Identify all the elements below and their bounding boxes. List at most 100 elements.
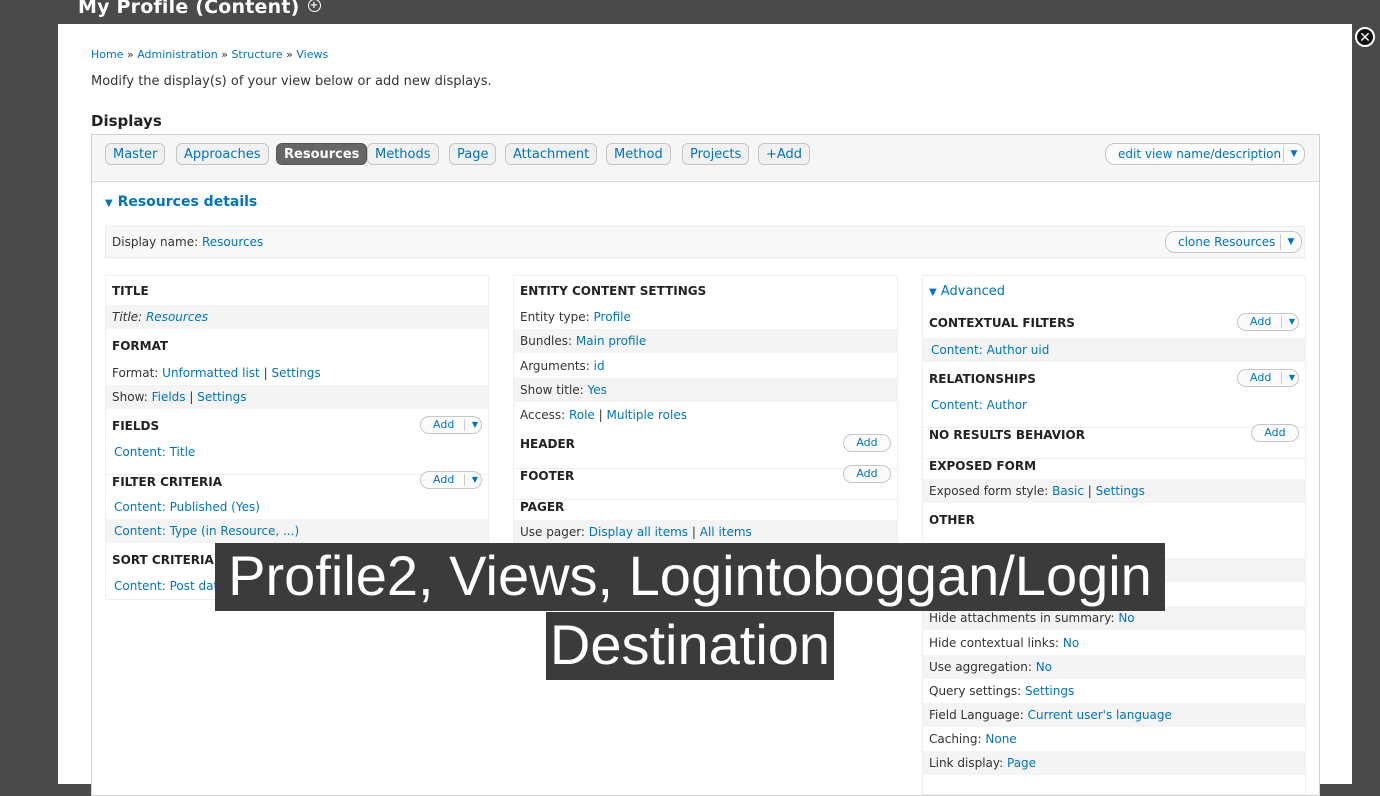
add-display-button[interactable]: +Add (758, 143, 811, 165)
tab-resources[interactable]: Resources (276, 143, 368, 165)
chevron-down-icon[interactable]: ▼ (472, 472, 478, 488)
other-heading: OTHER (929, 513, 975, 527)
breadcrumb-separator: » (126, 48, 134, 61)
show-title-value[interactable]: Yes (588, 383, 607, 397)
close-icon[interactable]: ✕ (1355, 27, 1375, 47)
chevron-down-icon[interactable]: ▼ (1285, 144, 1303, 164)
query-settings-value[interactable]: Settings (1025, 684, 1074, 698)
access-value-2[interactable]: Multiple roles (607, 408, 687, 422)
hide-contextual-value[interactable]: No (1063, 636, 1079, 650)
pager-value-2[interactable]: All items (700, 525, 752, 539)
tab-method[interactable]: Method (606, 143, 671, 165)
divider (1281, 372, 1282, 384)
hide-attachments-value[interactable]: No (1118, 611, 1134, 625)
tab-attachment[interactable]: Attachment (505, 143, 598, 165)
displays-box: Master Approaches Resources Methods Page… (91, 134, 1320, 796)
tab-approaches[interactable]: Approaches (176, 143, 269, 165)
chevron-down-icon[interactable]: ▼ (1289, 370, 1295, 386)
pager-label: Use pager: (520, 525, 585, 539)
breadcrumb-home[interactable]: Home (91, 48, 123, 61)
divider (1281, 316, 1282, 328)
show-label: Show: (112, 390, 148, 404)
fields-add-dropdown[interactable]: Add ▼ (420, 416, 482, 434)
hide-contextual-row: Hide contextual links: No (923, 631, 1305, 655)
chevron-down-icon[interactable]: ▼ (1282, 232, 1300, 252)
separator: | (1087, 484, 1092, 498)
pager-value[interactable]: Display all items (589, 525, 688, 539)
collapse-triangle-icon: ▼ (929, 287, 937, 298)
query-settings-label: Query settings: (929, 684, 1022, 698)
advanced-toggle[interactable]: ▼ Advanced (929, 284, 1005, 299)
contextual-row: Content: Author uid (923, 338, 1305, 362)
caching-row: Caching: None (923, 727, 1305, 751)
exposed-form-heading: EXPOSED FORM (923, 458, 1305, 473)
field-language-value[interactable]: Current user's language (1028, 708, 1172, 722)
header-add-button[interactable]: Add (843, 434, 891, 452)
breadcrumb-separator: » (286, 48, 293, 61)
format-value[interactable]: Unformatted list (162, 366, 260, 380)
tab-page[interactable]: Page (449, 143, 497, 165)
exposed-form-settings-link[interactable]: Settings (1096, 484, 1145, 498)
chevron-down-icon[interactable]: ▼ (1289, 314, 1295, 330)
plus-circle-icon[interactable]: + (307, 0, 321, 12)
add-label[interactable]: Add (1250, 314, 1271, 330)
clone-dropdown[interactable]: clone Resources ▼ (1165, 231, 1302, 253)
breadcrumb-administration[interactable]: Administration (137, 48, 218, 61)
separator: | (189, 390, 194, 404)
intro-text: Modify the display(s) of your view below… (91, 74, 492, 89)
add-label[interactable]: Add (433, 472, 454, 488)
contextual-add-dropdown[interactable]: Add ▼ (1237, 313, 1299, 331)
entity-type-value[interactable]: Profile (594, 310, 631, 324)
title-value[interactable]: Resources (146, 310, 208, 324)
footer-add-button[interactable]: Add (843, 465, 891, 483)
display-name-value[interactable]: Resources (202, 235, 263, 249)
tab-methods[interactable]: Methods (367, 143, 439, 165)
arguments-value[interactable]: id (594, 359, 605, 373)
aggregation-value[interactable]: No (1036, 660, 1052, 674)
field-content-title[interactable]: Content: Title (114, 445, 195, 459)
show-settings-link[interactable]: Settings (197, 390, 246, 404)
bundles-value[interactable]: Main profile (576, 334, 646, 348)
caching-value[interactable]: None (985, 732, 1016, 746)
format-label: Format: (112, 366, 159, 380)
relationships-add-dropdown[interactable]: Add ▼ (1237, 369, 1299, 387)
edit-view-label[interactable]: edit view name/description (1118, 147, 1281, 161)
show-value[interactable]: Fields (152, 390, 186, 404)
aggregation-label: Use aggregation: (929, 660, 1032, 674)
bundles-row: Bundles: Main profile (514, 329, 897, 353)
add-label[interactable]: Add (1250, 370, 1271, 386)
tab-projects[interactable]: Projects (682, 143, 750, 165)
link-display-value[interactable]: Page (1007, 756, 1036, 770)
format-settings-link[interactable]: Settings (271, 366, 320, 380)
details-heading[interactable]: ▼ Resources details (105, 194, 257, 210)
tab-master[interactable]: Master (105, 143, 166, 165)
filter-published[interactable]: Content: Published (Yes) (114, 500, 260, 514)
sort-post-date[interactable]: Content: Post dat (114, 579, 218, 593)
breadcrumb-views[interactable]: Views (296, 48, 328, 61)
edit-view-dropdown[interactable]: edit view name/description ▼ (1105, 143, 1305, 165)
header-section-heading: HEADER (520, 437, 575, 451)
access-value[interactable]: Role (569, 408, 595, 422)
displays-heading: Displays (91, 112, 162, 130)
separator: | (263, 366, 268, 380)
exposed-form-row: Exposed form style: Basic | Settings (923, 479, 1305, 503)
display-name-row: Display name: Resources clone Resources … (105, 226, 1305, 258)
breadcrumb-structure[interactable]: Structure (231, 48, 282, 61)
breadcrumb: Home » Administration » Structure » View… (91, 48, 328, 61)
advanced-label[interactable]: Advanced (941, 284, 1005, 299)
separator: | (691, 525, 696, 539)
overlay-title-text: My Profile (Content) (78, 0, 300, 18)
filter-add-dropdown[interactable]: Add ▼ (420, 471, 482, 489)
add-label[interactable]: Add (433, 417, 454, 433)
filter-type[interactable]: Content: Type (in Resource, ...) (114, 524, 299, 538)
details-heading-label[interactable]: Resources details (118, 194, 258, 210)
no-results-add-button[interactable]: Add (1251, 424, 1299, 442)
clone-label[interactable]: clone Resources (1178, 235, 1275, 249)
exposed-form-label: Exposed form style: (929, 484, 1049, 498)
chevron-down-icon[interactable]: ▼ (472, 417, 478, 433)
field-row: Content: Title (106, 440, 488, 464)
exposed-form-value[interactable]: Basic (1052, 484, 1084, 498)
display-name-field: Display name: Resources (112, 235, 263, 249)
relationship-author[interactable]: Content: Author (931, 398, 1027, 412)
contextual-author-uid[interactable]: Content: Author uid (931, 343, 1049, 357)
